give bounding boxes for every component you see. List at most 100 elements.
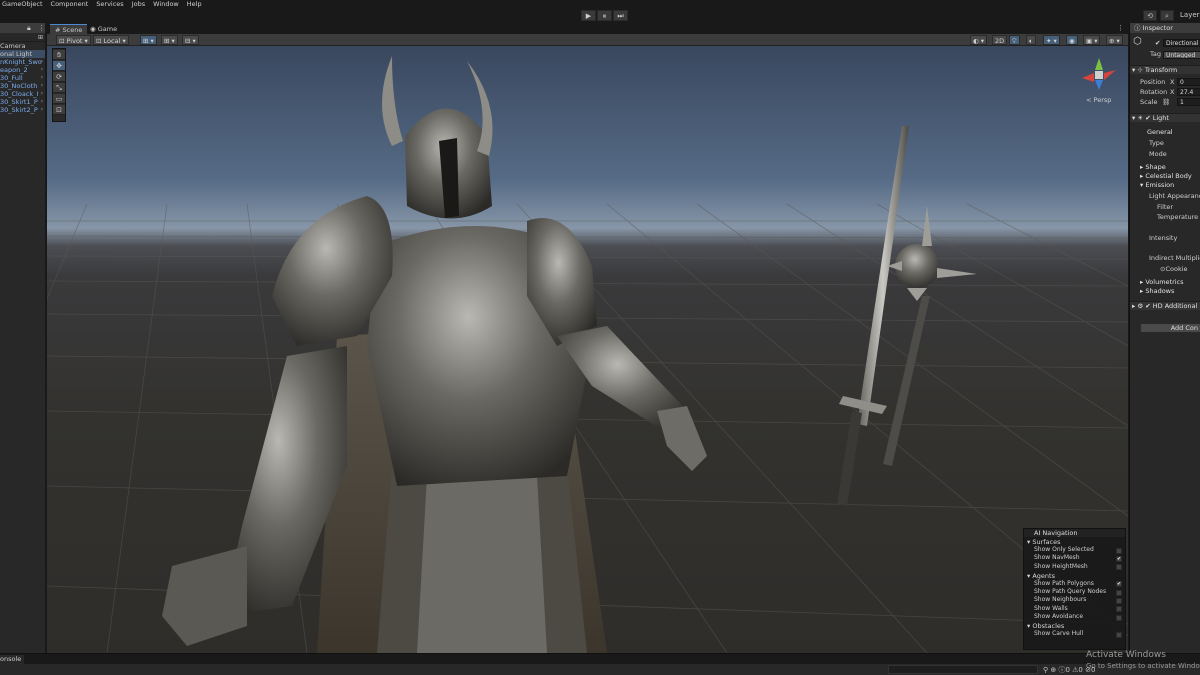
ai-nav-checkbox[interactable]: ✔	[1116, 555, 1122, 562]
hierarchy-item[interactable]: 30_NoCloth ›	[0, 82, 45, 90]
gizmo-y-icon[interactable]	[1095, 58, 1103, 70]
ai-nav-checkbox[interactable]	[1116, 631, 1122, 638]
rotation-x-field[interactable]: 27.4	[1177, 88, 1200, 96]
menu-help[interactable]: Help	[187, 0, 202, 9]
ai-nav-checkbox[interactable]	[1116, 547, 1122, 554]
celestial-body-section[interactable]: ▸ Celestial Body	[1140, 172, 1192, 181]
rect-tool-icon[interactable]: ▭	[53, 94, 65, 104]
shape-section[interactable]: ▸ Shape	[1140, 163, 1166, 172]
shadows-section[interactable]: ▸ Shadows	[1140, 287, 1174, 296]
gizmo-center-icon[interactable]	[1095, 71, 1103, 79]
menu-component[interactable]: Component	[51, 0, 89, 9]
layers-dropdown[interactable]: Layers	[1180, 10, 1200, 21]
scene-viewport[interactable]	[47, 46, 1128, 653]
menu-gameobject[interactable]: GameObject	[2, 0, 43, 9]
ai-nav-checkbox[interactable]	[1116, 589, 1122, 596]
2d-toggle-button[interactable]: 2D	[992, 35, 1008, 45]
emission-section[interactable]: ▾ Emission	[1140, 181, 1174, 190]
draw-mode-button[interactable]: ◐ ▾	[970, 35, 988, 45]
ai-nav-section[interactable]: ▾ Obstacles	[1024, 622, 1125, 630]
orientation-gizmo[interactable]	[1080, 56, 1118, 92]
ai-nav-section[interactable]: ▾ Surfaces	[1024, 538, 1125, 546]
ai-nav-checkbox[interactable]	[1116, 564, 1122, 571]
hidden-objects-button[interactable]: ◉	[1066, 35, 1078, 45]
more-options-icon[interactable]: ⋮	[1117, 23, 1124, 34]
expand-arrow-icon[interactable]: ›	[41, 82, 43, 90]
volumetrics-section[interactable]: ▸ Volumetrics	[1140, 278, 1184, 287]
scene-toolbar: ⊡ Pivot ▾ ⊡ Local ▾ ⊞ ▾ ⊞ ▾ ⊟ ▾ ◐ ▾ 2D 💡…	[47, 34, 1128, 46]
play-button[interactable]: ▶	[581, 10, 596, 21]
ai-nav-checkbox[interactable]: ✔	[1116, 581, 1122, 588]
gizmo-z-icon[interactable]	[1095, 80, 1103, 90]
transform-header[interactable]: ▾ ⊹ Transform	[1130, 65, 1200, 74]
expand-arrow-icon[interactable]: ›	[41, 66, 43, 74]
hierarchy-item[interactable]: nKnight_Swo ›	[0, 58, 45, 66]
hand-tool-icon[interactable]: ✋︎	[53, 50, 65, 60]
snap-increment-button[interactable]: ⊞ ▾	[161, 35, 178, 45]
local-dropdown[interactable]: ⊡ Local ▾	[93, 35, 129, 45]
scale-tool-icon[interactable]: ⤡	[53, 83, 65, 93]
menu-services[interactable]: Services	[96, 0, 123, 9]
general-section[interactable]: General	[1147, 128, 1173, 137]
inspector-tab[interactable]: ⓘ Inspector	[1130, 23, 1200, 33]
hierarchy-item[interactable]: 30_Skirt1_P ›	[0, 98, 45, 106]
expand-arrow-icon[interactable]: ›	[41, 58, 43, 66]
hierarchy-search[interactable]: ⊞	[0, 33, 45, 42]
step-button[interactable]: ⏭	[613, 10, 628, 21]
hd-additional-header[interactable]: ▸ ⚙︎ ✔ HD Additional	[1130, 301, 1200, 310]
ai-nav-checkbox[interactable]	[1116, 606, 1122, 613]
ai-nav-item: Show NavMesh ✔	[1024, 554, 1125, 562]
position-x-field[interactable]: 0	[1177, 78, 1200, 86]
scale-x-field[interactable]: 1	[1177, 98, 1200, 106]
pivot-dropdown[interactable]: ⊡ Pivot ▾	[56, 35, 91, 45]
grid-snap-button[interactable]: ⊞ ▾	[140, 35, 157, 45]
more-options-icon[interactable]: ⋮	[38, 23, 45, 33]
expand-arrow-icon[interactable]: ›	[41, 106, 43, 114]
hierarchy-item[interactable]: eapon_2 ›	[0, 66, 45, 74]
scale-link-icon[interactable]: ⛓︎	[1162, 98, 1170, 107]
intensity-label: Intensity	[1149, 234, 1178, 242]
menu-window[interactable]: Window	[153, 0, 179, 9]
hierarchy-item[interactable]: 30_Cloack_I ›	[0, 90, 45, 98]
expand-arrow-icon[interactable]: ›	[41, 74, 43, 82]
filter-icon[interactable]: ⊞	[38, 33, 43, 42]
transform-tool-icon[interactable]: ⊡	[53, 105, 65, 115]
perspective-label[interactable]: < Persp	[1086, 96, 1111, 104]
activate-windows-title: Activate Windows	[1086, 650, 1166, 660]
lock-icon[interactable]: 🔒︎	[27, 23, 31, 33]
gizmo-x-icon[interactable]	[1082, 73, 1094, 82]
history-icon[interactable]: ⟲	[1143, 10, 1157, 21]
grid-visibility-button[interactable]: ⊟ ▾	[182, 35, 199, 45]
expand-arrow-icon[interactable]: ›	[41, 90, 43, 98]
menu-jobs[interactable]: Jobs	[132, 0, 145, 9]
hierarchy-item[interactable]: Camera	[0, 42, 45, 50]
lighting-toggle-button[interactable]: 💡︎	[1009, 35, 1020, 45]
tab-game[interactable]: ◉ Game	[85, 24, 122, 34]
ai-nav-section[interactable]: ▾ Agents	[1024, 572, 1125, 580]
ai-nav-checkbox[interactable]	[1116, 597, 1122, 604]
pause-button[interactable]: ⏸	[597, 10, 612, 21]
tag-dropdown[interactable]: Untagged	[1163, 51, 1200, 59]
gizmo-neg-x-icon[interactable]	[1104, 70, 1116, 80]
ai-nav-checkbox[interactable]	[1116, 614, 1122, 621]
object-name-field[interactable]: Directional	[1163, 39, 1200, 47]
gizmos-button[interactable]: ⊕ ▾	[1106, 35, 1123, 45]
hierarchy-item[interactable]: onal Light	[0, 50, 45, 58]
effects-button[interactable]: ✦ ▾	[1043, 35, 1060, 45]
ai-nav-item-label: Show Avoidance	[1034, 613, 1084, 621]
active-checkbox[interactable]: ✔	[1155, 39, 1160, 48]
add-component-button[interactable]: Add Con	[1140, 323, 1200, 333]
tab-scene[interactable]: # Scene	[50, 24, 88, 34]
camera-settings-button[interactable]: ▣ ▾	[1083, 35, 1101, 45]
tab-console[interactable]: onsole	[0, 655, 25, 664]
status-search[interactable]	[888, 665, 1038, 674]
hierarchy-item[interactable]: 30_Full ›	[0, 74, 45, 82]
ai-nav-item-label: Show Neighbours	[1034, 596, 1087, 604]
light-header[interactable]: ▾ ☀︎ ✔ Light	[1130, 113, 1200, 122]
audio-toggle-button[interactable]: 🔈︎	[1026, 35, 1036, 45]
search-icon[interactable]: ⌕	[1160, 10, 1174, 21]
expand-arrow-icon[interactable]: ›	[41, 98, 43, 106]
rotate-tool-icon[interactable]: ⟳	[53, 72, 65, 82]
move-tool-icon[interactable]: ✥	[53, 61, 65, 71]
hierarchy-item[interactable]: 30_Skirt2_P ›	[0, 106, 45, 114]
